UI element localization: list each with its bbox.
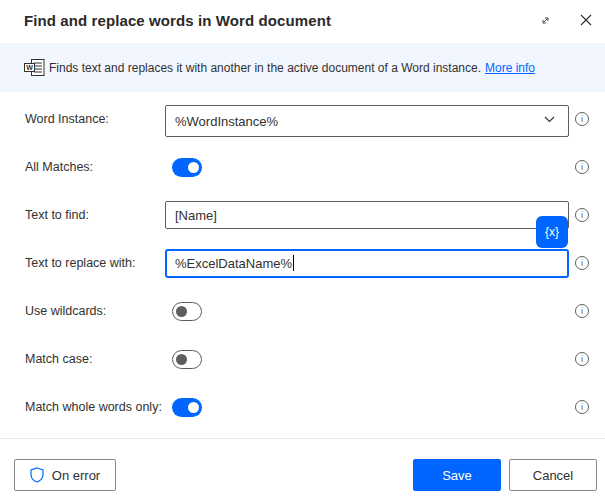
text-to-find-input[interactable]: [Name] [165,201,569,229]
text-to-find-label: Text to find: [25,208,165,222]
match-case-info-icon[interactable]: i [575,352,589,366]
description-banner: W Finds text and replaces it with anothe… [0,43,605,92]
match-whole-words-label: Match whole words only: [25,400,165,414]
save-button[interactable]: Save [413,459,501,491]
text-to-replace-input[interactable]: %ExcelDataName% [165,249,569,278]
dialog-footer: On error Save Cancel [0,438,605,500]
toggle-knob [188,402,199,413]
row-text-to-find: Text to find: [Name] {x} i [25,191,589,239]
save-label: Save [442,468,472,483]
expand-icon [539,14,552,27]
word-instance-value: %WordInstance% [175,114,278,129]
use-wildcards-label: Use wildcards: [25,304,165,318]
use-wildcards-toggle[interactable] [172,302,202,321]
row-use-wildcards: Use wildcards: i [25,287,589,335]
more-info-link[interactable]: More info [485,61,535,75]
on-error-button[interactable]: On error [14,459,116,491]
expand-button[interactable] [531,7,559,33]
toggle-knob [176,306,187,317]
match-whole-words-toggle[interactable] [172,398,202,417]
word-instance-info-icon[interactable]: i [575,112,589,126]
word-instance-dropdown[interactable]: %WordInstance% [165,105,569,137]
word-instance-label: Word Instance: [25,112,165,126]
use-wildcards-info-icon[interactable]: i [575,304,589,318]
text-cursor [293,255,294,271]
row-match-whole-words: Match whole words only: i [25,383,589,431]
match-case-label: Match case: [25,352,165,366]
all-matches-label: All Matches: [25,160,165,174]
svg-text:W: W [26,64,33,71]
row-all-matches: All Matches: i [25,143,589,191]
dialog-title: Find and replace words in Word document [24,12,531,29]
form: Word Instance: %WordInstance% i All Matc… [0,92,605,438]
toggle-knob [188,162,199,173]
row-text-to-replace: Text to replace with: %ExcelDataName% i [25,239,589,287]
match-case-toggle[interactable] [172,350,202,369]
all-matches-toggle[interactable] [172,158,202,177]
word-document-icon: W [24,59,45,76]
all-matches-info-icon[interactable]: i [575,160,589,174]
row-word-instance: Word Instance: %WordInstance% i [25,95,589,143]
cancel-label: Cancel [533,468,573,483]
on-error-label: On error [52,468,100,483]
text-to-find-value: [Name] [175,208,217,223]
text-to-find-info-icon[interactable]: i [575,208,589,222]
cancel-button[interactable]: Cancel [509,459,597,491]
description-text: Finds text and replaces it with another … [49,61,481,75]
close-icon [580,14,592,26]
text-to-replace-value: %ExcelDataName% [175,256,292,271]
close-button[interactable] [572,7,600,33]
text-to-replace-info-icon[interactable]: i [575,256,589,270]
variable-picker-button[interactable]: {x} [536,216,568,248]
shield-icon [30,467,44,483]
chevron-down-icon [544,116,555,123]
dialog-titlebar: Find and replace words in Word document [0,0,605,43]
match-whole-words-info-icon[interactable]: i [575,400,589,414]
toggle-knob [176,354,187,365]
text-to-replace-label: Text to replace with: [25,256,165,270]
row-match-case: Match case: i [25,335,589,383]
